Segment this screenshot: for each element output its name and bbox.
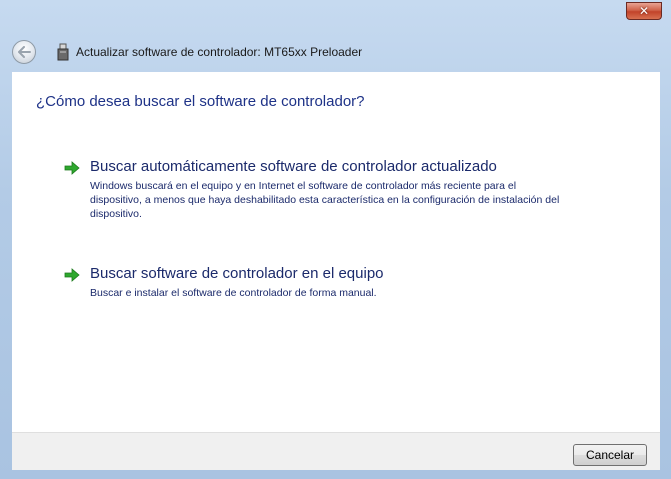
dialog-window: ✕ Actualizar software de controlador: MT…: [0, 0, 671, 479]
close-icon: ✕: [638, 4, 650, 18]
browse-computer-option[interactable]: Buscar software de controlador en el equ…: [64, 265, 584, 305]
green-arrow-icon: [64, 268, 80, 282]
option-title: Buscar automáticamente software de contr…: [90, 158, 497, 175]
window-bottom-border: [12, 470, 660, 479]
cancel-button[interactable]: Cancelar: [573, 444, 647, 466]
wizard-content: ¿Cómo desea buscar el software de contro…: [12, 72, 660, 432]
close-button[interactable]: ✕: [626, 2, 662, 20]
option-description: Buscar e instalar el software de control…: [90, 287, 377, 299]
back-button[interactable]: [12, 40, 36, 64]
title-bar[interactable]: ✕: [0, 0, 671, 30]
wizard-header: Actualizar software de controlador: MT65…: [0, 30, 671, 70]
wizard-footer: Cancelar: [12, 432, 660, 470]
back-arrow-icon: [18, 46, 31, 58]
window-title: Actualizar software de controlador: MT65…: [76, 45, 363, 59]
search-automatically-option[interactable]: Buscar automáticamente software de contr…: [64, 158, 584, 228]
green-arrow-icon: [64, 161, 80, 175]
page-heading: ¿Cómo desea buscar el software de contro…: [36, 93, 365, 110]
option-description: Windows buscará en el equipo y en Intern…: [90, 180, 560, 220]
option-title: Buscar software de controlador en el equ…: [90, 265, 384, 282]
usb-device-icon: [57, 43, 69, 61]
